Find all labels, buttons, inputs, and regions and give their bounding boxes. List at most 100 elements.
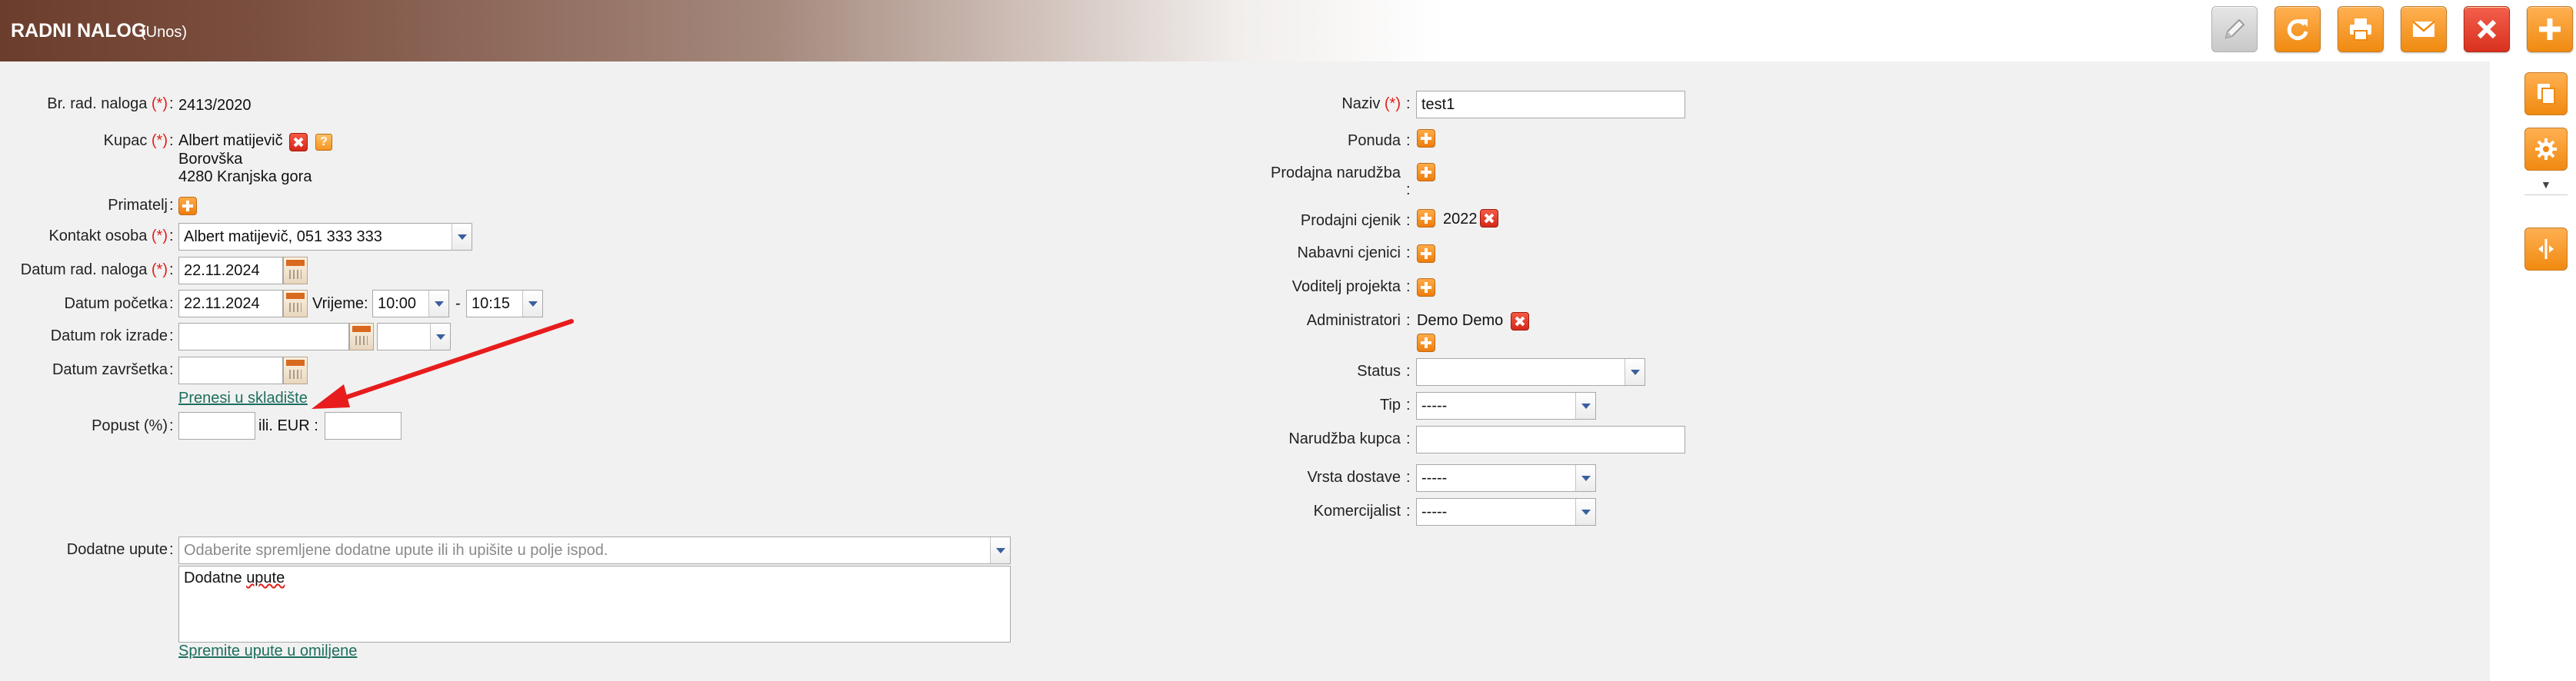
colon: : bbox=[169, 95, 174, 112]
close-button[interactable] bbox=[2464, 6, 2510, 52]
email-button[interactable] bbox=[2401, 6, 2447, 52]
start-date-input[interactable]: 22.11.2024 bbox=[178, 290, 283, 317]
colon: : bbox=[169, 228, 174, 244]
close-icon bbox=[2477, 19, 2497, 39]
discount-percent-input[interactable] bbox=[178, 412, 255, 440]
label-naziv: Naziv (*) bbox=[1341, 95, 1401, 112]
label-dodatne-upute: Dodatne upute bbox=[66, 541, 168, 558]
colon: : bbox=[1406, 312, 1411, 329]
colon: : bbox=[1406, 397, 1411, 414]
save-instructions-link[interactable]: Spremite upute u omiljene bbox=[178, 643, 357, 660]
customer-city: 4280 Kranjska gora bbox=[178, 168, 312, 185]
page-subtitle: (Unos) bbox=[141, 24, 188, 41]
start-time-value: 10:00 bbox=[378, 295, 417, 312]
copy-button[interactable] bbox=[2524, 72, 2568, 115]
sales-rep-select[interactable]: ----- bbox=[1416, 498, 1596, 526]
add-sales-order-icon[interactable] bbox=[1417, 163, 1435, 181]
transfer-to-warehouse-link[interactable]: Prenesi u skladište bbox=[178, 390, 308, 407]
name-input[interactable]: test1 bbox=[1416, 91, 1685, 118]
time-range-dash: - bbox=[455, 295, 461, 312]
label-prodajni-cjenik: Prodajni cjenik bbox=[1300, 212, 1401, 229]
label-administratori: Administratori bbox=[1306, 312, 1401, 329]
colon: : bbox=[1406, 278, 1411, 295]
add-offer-icon[interactable] bbox=[1417, 129, 1435, 148]
delivery-type-value: ----- bbox=[1421, 470, 1448, 487]
add-recipient-icon[interactable] bbox=[178, 197, 197, 215]
status-select[interactable] bbox=[1416, 358, 1645, 386]
label-datum-pocetka: Datum početka bbox=[64, 295, 168, 312]
order-date-input[interactable]: 22.11.2024 bbox=[178, 257, 283, 284]
price-list-value: 2022 bbox=[1443, 211, 1478, 228]
page-title: RADNI NALOG bbox=[11, 20, 147, 42]
instructions-template-select[interactable]: Odaberite spremljene dodatne upute ili i… bbox=[178, 536, 1011, 564]
chevron-down-icon bbox=[452, 224, 472, 250]
instructions-placeholder: Odaberite spremljene dodatne upute ili i… bbox=[184, 542, 608, 559]
delivery-type-select[interactable]: ----- bbox=[1416, 464, 1596, 492]
label-kontakt: Kontakt osoba (*) bbox=[48, 228, 168, 244]
colon: : bbox=[169, 417, 174, 434]
label-datum-rok: Datum rok izrade bbox=[50, 327, 168, 344]
remove-price-list-icon[interactable] bbox=[1480, 209, 1498, 228]
instructions-textarea[interactable]: Dodatne upute bbox=[178, 566, 1011, 643]
end-time-value: 10:15 bbox=[472, 295, 511, 312]
label-popust: Popust (%) bbox=[92, 417, 168, 434]
print-button[interactable] bbox=[2338, 6, 2384, 52]
label-ponuda: Ponuda bbox=[1348, 132, 1401, 149]
edit-button[interactable] bbox=[2211, 6, 2258, 52]
customer-order-input[interactable] bbox=[1416, 426, 1685, 453]
colon: : bbox=[1406, 181, 1411, 198]
add-button[interactable] bbox=[2527, 6, 2573, 52]
add-project-manager-icon[interactable] bbox=[1417, 278, 1435, 297]
label-br-naloga: Br. rad. naloga (*) bbox=[47, 95, 168, 112]
label-status: Status bbox=[1357, 363, 1401, 380]
split-view-button[interactable] bbox=[2524, 228, 2568, 271]
label-narudzba-kupca: Narudžba kupca bbox=[1288, 430, 1401, 447]
sales-rep-value: ----- bbox=[1421, 503, 1448, 520]
label-vrsta-dostave: Vrsta dostave bbox=[1307, 469, 1401, 486]
customer-info-icon[interactable]: ? bbox=[315, 134, 332, 151]
print-icon bbox=[2350, 18, 2371, 41]
header-bar: RADNI NALOG (Unos) bbox=[0, 0, 2576, 61]
end-date-input[interactable] bbox=[178, 357, 283, 384]
label-kupac: Kupac (*) bbox=[103, 132, 168, 149]
colon: : bbox=[169, 327, 174, 344]
settings-dropdown-caret[interactable]: ▼ bbox=[2541, 178, 2551, 191]
administrator-name: Demo Demo bbox=[1417, 312, 1504, 329]
label-primatelj: Primatelj bbox=[108, 197, 168, 214]
add-price-list-icon[interactable] bbox=[1417, 209, 1435, 228]
label-nabavni-cjenici: Nabavni cjenici bbox=[1297, 244, 1401, 261]
colon: : bbox=[1406, 469, 1411, 486]
colon: : bbox=[1406, 430, 1411, 447]
chevron-down-icon bbox=[1575, 465, 1595, 491]
colon: : bbox=[1406, 244, 1411, 261]
contact-person-select[interactable]: Albert matijevič, 051 333 333 bbox=[178, 223, 472, 251]
calendar-icon[interactable] bbox=[283, 257, 308, 284]
chevron-down-icon bbox=[990, 537, 1010, 563]
refresh-button[interactable] bbox=[2274, 6, 2321, 52]
time-label: Vrijeme: bbox=[312, 295, 368, 312]
chevron-down-icon bbox=[522, 291, 542, 317]
colon: : bbox=[1406, 503, 1411, 520]
chevron-down-icon bbox=[1575, 499, 1595, 525]
discount-eur-input[interactable] bbox=[325, 412, 402, 440]
label-prodajna-narudzba: Prodajna narudžba bbox=[1270, 164, 1401, 181]
settings-button[interactable] bbox=[2524, 128, 2568, 171]
customer-street: Borovška bbox=[178, 151, 243, 168]
or-eur-label: ili. EUR : bbox=[258, 417, 318, 434]
email-icon bbox=[2412, 21, 2435, 37]
rail-divider bbox=[2524, 194, 2568, 195]
add-purchase-price-list-icon[interactable] bbox=[1417, 244, 1435, 263]
instructions-text-misspelled: upute bbox=[246, 570, 285, 586]
chevron-down-icon bbox=[428, 291, 448, 317]
remove-customer-icon[interactable] bbox=[289, 133, 308, 151]
remove-administrator-icon[interactable] bbox=[1511, 312, 1529, 331]
settings-icon bbox=[2535, 138, 2557, 160]
add-administrator-icon[interactable] bbox=[1417, 334, 1435, 352]
colon: : bbox=[1406, 95, 1411, 112]
edit-icon bbox=[2224, 18, 2245, 39]
refresh-icon bbox=[2287, 19, 2308, 41]
contact-person-value: Albert matijevič, 051 333 333 bbox=[184, 228, 382, 245]
split-icon bbox=[2538, 239, 2554, 259]
type-select[interactable]: ----- bbox=[1416, 392, 1596, 420]
label-komercijalist: Komercijalist bbox=[1313, 503, 1401, 520]
